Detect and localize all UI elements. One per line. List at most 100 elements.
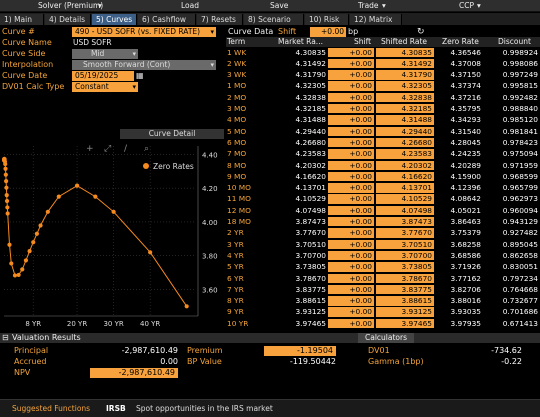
cell-shift[interactable]: +0.00 [328,228,374,238]
cell-shift[interactable]: +0.00 [328,217,374,227]
tab-cashflow[interactable]: 6) Cashflow [138,14,196,25]
col-shifted-rate[interactable]: Shifted Rate [381,37,427,47]
cell-shift[interactable]: +0.00 [328,92,374,103]
menu-solver[interactable]: Solver (Premium) [38,1,103,11]
cell-shift[interactable]: +0.00 [328,250,374,261]
ccp-chevron-icon[interactable]: ▾ [477,1,481,11]
table-row[interactable]: 10 YR 3.97465 +0.00 3.97465 3.97935 0.671413 [226,318,540,329]
curve-side-select[interactable]: Mid ▾ [72,49,138,59]
table-row[interactable]: 18 MO 3.87473 +0.00 3.87473 3.86463 0.943129 [226,217,540,227]
table-row[interactable]: 2 MO 4.32838 +0.00 4.32838 4.37216 0.992482 [226,92,540,103]
cell-shift[interactable]: +0.00 [328,273,374,283]
table-row[interactable]: 10 MO 4.13701 +0.00 4.13701 4.12396 0.965799 [226,183,540,193]
cell-discount: 0.797234 [502,273,538,283]
menu-trade[interactable]: Trade [358,1,379,11]
table-row[interactable]: 3 YR 3.70510 +0.00 3.70510 3.68258 0.895045 [226,239,540,249]
tab-main[interactable]: 1) Main [0,14,44,25]
cell-shifted-rate: 3.97465 [376,318,434,329]
dv01-calc-select[interactable]: Constant ▾ [72,82,138,92]
table-row[interactable]: 4 YR 3.70700 +0.00 3.70700 3.68586 0.862658 [226,250,540,261]
tab-curves[interactable]: 5) Curves [92,14,137,25]
cell-shift[interactable]: +0.00 [328,115,374,125]
solver-chevron-icon[interactable]: ▾ [98,1,102,11]
refresh-icon[interactable]: ↻ [417,27,425,37]
calculators-button[interactable]: Calculators [358,333,414,343]
table-row[interactable]: 3 WK 4.31790 +0.00 4.31790 4.37150 0.997249 [226,70,540,80]
cell-shift[interactable]: +0.00 [328,149,374,159]
curve-detail-header[interactable]: Curve Detail [120,129,224,139]
cell-shift[interactable]: +0.00 [328,70,374,80]
collapse-icon[interactable]: ⊟ [2,333,9,343]
curve-date-input[interactable]: 05/19/2025 [72,71,134,81]
cell-shift[interactable]: +0.00 [328,194,374,204]
cell-shift[interactable]: +0.00 [328,183,374,193]
tab-risk[interactable]: 10) Risk [305,14,349,25]
cell-discount: 0.985120 [502,115,538,125]
menu-save[interactable]: Save [270,1,288,11]
cell-shift[interactable]: +0.00 [328,104,374,114]
cell-shift[interactable]: +0.00 [328,81,374,91]
col-discount[interactable]: Discount [498,37,531,47]
cell-shift[interactable]: +0.00 [328,284,374,295]
table-row[interactable]: 4 MO 4.31488 +0.00 4.31488 4.34293 0.985120 [226,115,540,125]
col-term[interactable]: Term [227,37,245,47]
table-row[interactable]: 7 MO 4.23583 +0.00 4.23583 4.24235 0.975094 [226,149,540,159]
cell-shift[interactable]: +0.00 [328,318,374,329]
tab-matrix[interactable]: 12) Matrix [350,14,402,25]
cell-shift[interactable]: +0.00 [328,205,374,216]
cell-shift[interactable]: +0.00 [328,171,374,182]
crosshair-icon[interactable]: + [86,144,94,154]
cell-shifted-rate: 3.70510 [376,239,434,249]
col-market-rate[interactable]: Market Ra... [278,37,323,47]
curve-num-field[interactable]: 490 - USD SOFR (vs. FIXED RATE) ▾ [72,27,216,37]
cell-shift[interactable]: +0.00 [328,58,374,69]
cell-term: 7 YR [227,284,244,294]
cell-shift[interactable]: +0.00 [328,160,374,170]
cell-shift[interactable]: +0.00 [328,126,374,136]
function-code[interactable]: IRSB [106,404,126,413]
menu-load[interactable]: Load [181,1,199,11]
shift-input[interactable]: +0.00 [310,27,346,37]
cell-shift[interactable]: +0.00 [328,262,374,272]
cell-term: 18 MO [227,217,251,226]
table-row[interactable]: 8 YR 3.88615 +0.00 3.88615 3.88016 0.732677 [226,296,540,306]
table-row[interactable]: 9 MO 4.16620 +0.00 4.16620 4.15900 0.968599 [226,171,540,182]
data-point [3,172,8,177]
cell-discount: 0.764668 [502,284,538,294]
trade-chevron-icon[interactable]: ▾ [382,1,386,11]
table-row[interactable]: 6 YR 3.78670 +0.00 3.78670 3.77162 0.797234 [226,273,540,283]
cell-shift[interactable]: +0.00 [328,239,374,249]
table-row[interactable]: 2 WK 4.31492 +0.00 4.31492 4.37008 0.998086 [226,58,540,69]
interpolation-select[interactable]: Smooth Forward (Cont) ▾ [72,60,216,70]
cell-shift[interactable]: +0.00 [328,296,374,306]
table-row[interactable]: 9 YR 3.93125 +0.00 3.93125 3.93035 0.701686 [226,307,540,317]
zoom-icon[interactable]: ⤢ [103,144,111,154]
tab-resets[interactable]: 7) Resets [197,14,243,25]
menu-ccp[interactable]: CCP [459,1,474,11]
cell-shift[interactable]: +0.00 [328,137,374,148]
cell-shift[interactable]: +0.00 [328,47,374,57]
table-row[interactable]: 5 MO 4.29440 +0.00 4.29440 4.31540 0.981841 [226,126,540,136]
table-row[interactable]: 7 YR 3.83775 +0.00 3.83775 3.82706 0.764668 [226,284,540,295]
table-row[interactable]: 2 YR 3.77670 +0.00 3.77670 3.75379 0.927482 [226,228,540,238]
table-row[interactable]: 3 MO 4.32185 +0.00 4.32185 4.35795 0.988840 [226,104,540,114]
table-row[interactable]: 1 WK 4.30835 +0.00 4.30835 4.36546 0.998924 [226,47,540,57]
table-row[interactable]: 8 MO 4.20302 +0.00 4.20302 4.20289 0.971959 [226,160,540,170]
table-row[interactable]: 6 MO 4.26680 +0.00 4.26680 4.28045 0.978423 [226,137,540,148]
col-shift[interactable]: Shift [354,37,371,47]
table-row[interactable]: 1 MO 4.32305 +0.00 4.32305 4.37374 0.995815 [226,81,540,91]
table-row[interactable]: 12 MO 4.07498 +0.00 4.07498 4.05021 0.960094 [226,205,540,216]
search-icon[interactable]: ⌕ [144,144,149,154]
suggested-functions-link[interactable]: Suggested Functions [12,404,90,413]
calendar-icon[interactable]: ▦ [136,71,146,81]
tab-details[interactable]: 4) Details [45,14,91,25]
curve-name-value: USD SOFR [73,38,112,47]
table-row[interactable]: 11 MO 4.10529 +0.00 4.10529 4.08642 0.962973 [226,194,540,204]
tab-scenario[interactable]: 8) Scenario [244,14,304,25]
cell-market-rate: 4.32305 [295,81,326,91]
cell-shift[interactable]: +0.00 [328,307,374,317]
col-zero-rate[interactable]: Zero Rate [442,37,479,47]
table-row[interactable]: 5 YR 3.73805 +0.00 3.73805 3.71926 0.830051 [226,262,540,272]
premium-input[interactable]: -1.19504 [264,346,336,356]
npv-label: NPV [14,368,31,377]
